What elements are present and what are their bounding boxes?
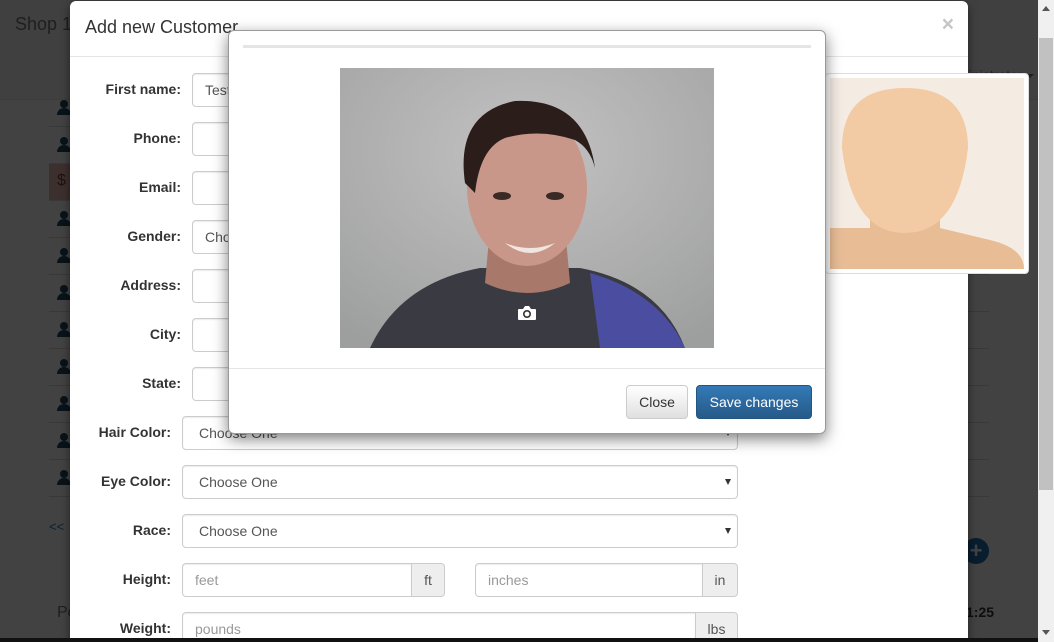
first-name-label: First name: [105,81,181,97]
feet-unit-addon: ft [411,563,445,597]
eye-color-value: Choose One [199,474,278,490]
taskbar-edge [0,638,1038,642]
hair-color-label: Hair Color: [98,424,171,440]
modal-header-divider [243,45,811,48]
race-select[interactable]: Choose One [182,514,738,548]
webcam-preview [340,68,714,348]
modal-title: Add new Customer [85,17,239,37]
weight-label: Weight: [119,620,171,636]
phone-label: Phone: [133,130,181,146]
height-label: Height: [122,571,171,587]
page-scrollbar[interactable] [1038,0,1054,642]
height-feet-input[interactable]: feet [182,563,412,597]
customer-photo[interactable] [825,73,1029,274]
gender-label: Gender: [127,228,181,244]
scroll-down-icon[interactable] [1042,630,1050,635]
height-inches-input[interactable]: inches [475,563,703,597]
eye-color-label: Eye Color: [100,473,171,489]
modal-footer: Close Save changes [229,368,825,434]
eye-color-select[interactable]: Choose One [182,465,738,499]
address-label: Address: [120,277,181,293]
camera-icon[interactable] [517,305,537,321]
camera-modal: Close Save changes [228,30,826,434]
close-icon[interactable]: × [942,13,954,37]
inches-unit-addon: in [702,563,738,597]
scroll-up-icon[interactable] [1042,6,1050,11]
city-label: City: [149,326,181,342]
avatar-placeholder-icon [830,78,1024,269]
save-changes-button[interactable]: Save changes [696,385,812,419]
scroll-thumb[interactable] [1039,38,1053,490]
state-label: State: [142,375,181,391]
chevron-down-icon [725,479,731,485]
close-button[interactable]: Close [626,385,688,419]
email-label: Email: [138,179,181,195]
race-value: Choose One [199,523,278,539]
chevron-down-icon [725,528,731,534]
race-label: Race: [132,522,171,538]
